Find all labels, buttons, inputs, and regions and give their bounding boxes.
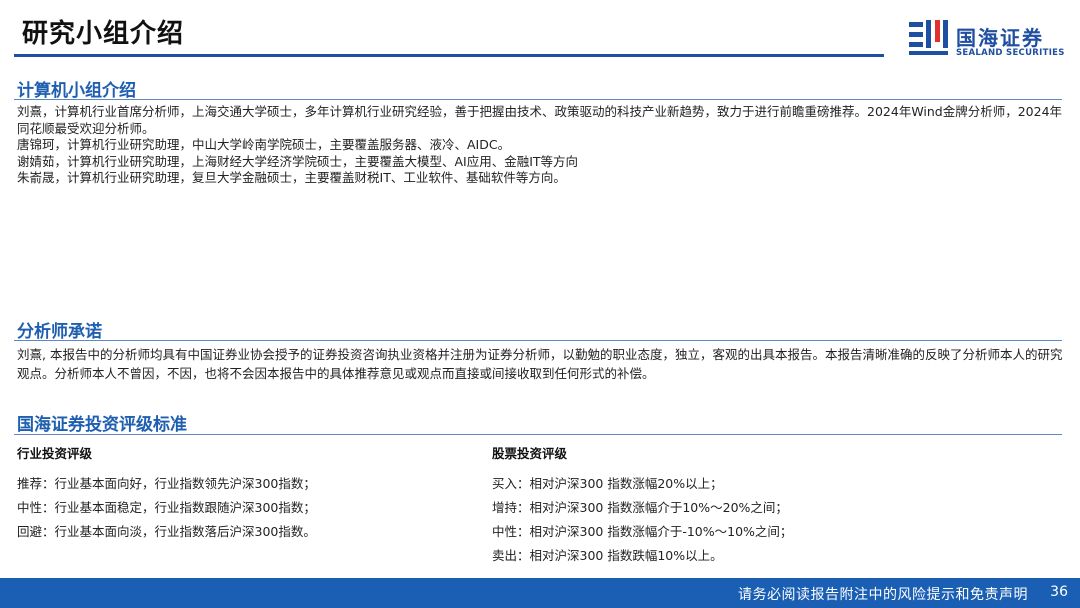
team-member-entry: 刘熹，计算机行业首席分析师，上海交通大学硕士，多年计算机行业研究经验，善于把握由… xyxy=(17,104,1063,136)
team-member-entry: 唐锦珂，计算机行业研究助理，中山大学岭南学院硕士，主要覆盖服务器、液冷、AIDC… xyxy=(17,137,511,152)
stock-rating-column: 股票投资评级 买入：相对沪深300 指数涨幅20%以上； 增持：相对沪深300 … xyxy=(492,443,792,571)
team-member-entry: 谢婧茹，计算机行业研究助理，上海财经大学经济学院硕士，主要覆盖大模型、AI应用、… xyxy=(17,153,579,169)
ratings-section-divider xyxy=(14,434,1062,435)
commitment-text: 刘熹, 本报告中的分析师均具有中国证券业协会授予的证券投资咨询执业资格并注册为证… xyxy=(17,347,1063,381)
stock-rating-item: 增持：相对沪深300 指数涨幅介于10%～20%之间； xyxy=(492,500,788,515)
stock-rating-item: 买入：相对沪深300 指数涨幅20%以上； xyxy=(492,476,723,491)
ratings-section-title: 国海证券投资评级标准 xyxy=(17,415,187,435)
industry-rating-item: 回避：行业基本面向淡，行业指数落后沪深300指数。 xyxy=(17,524,316,539)
page-number: 36 xyxy=(1050,584,1068,600)
page-title: 研究小组介绍 xyxy=(22,19,185,49)
team-member-list: 刘熹，计算机行业首席分析师，上海交通大学硕士，多年计算机行业研究经验，善于把握由… xyxy=(17,104,1065,187)
sealand-logo: 国海证券 SEALAND SECURITIES xyxy=(906,18,1066,62)
commitment-section-divider xyxy=(14,340,1062,341)
page-header: 研究小组介绍 国海证券 SEALAND SECURITIES xyxy=(0,0,1080,60)
industry-rating-item: 中性：行业基本面稳定，行业指数跟随沪深300指数； xyxy=(17,500,316,515)
disclaimer-notice: 请务必阅读报告附注中的风险提示和免责声明 xyxy=(738,587,1028,603)
stock-rating-item: 卖出：相对沪深300 指数跌幅10%以上。 xyxy=(492,548,723,563)
stock-rating-item: 中性：相对沪深300 指数涨幅介于-10%～10%之间； xyxy=(492,524,793,539)
industry-rating-item: 推荐：行业基本面向好，行业指数领先沪深300指数； xyxy=(17,476,316,491)
industry-rating-title: 行业投资评级 xyxy=(17,446,93,461)
stock-rating-title: 股票投资评级 xyxy=(492,446,568,461)
page-footer: 请务必阅读报告附注中的风险提示和免责声明 36 xyxy=(0,578,1080,608)
commitment-section-title: 分析师承诺 xyxy=(17,322,102,342)
logo-english-name: SEALAND SECURITIES xyxy=(956,48,1065,58)
title-divider xyxy=(14,54,884,57)
sealand-logo-icon xyxy=(909,20,948,55)
industry-rating-column: 行业投资评级 推荐：行业基本面向好，行业指数领先沪深300指数； 中性：行业基本… xyxy=(17,443,316,547)
team-member-entry: 朱嵛晟，计算机行业研究助理，复旦大学金融硕士，主要覆盖财税IT、工业软件、基础软… xyxy=(17,170,566,185)
logo-chinese-name: 国海证券 xyxy=(956,26,1044,50)
team-section-title: 计算机小组介绍 xyxy=(17,81,136,101)
team-section-divider xyxy=(14,99,1062,100)
